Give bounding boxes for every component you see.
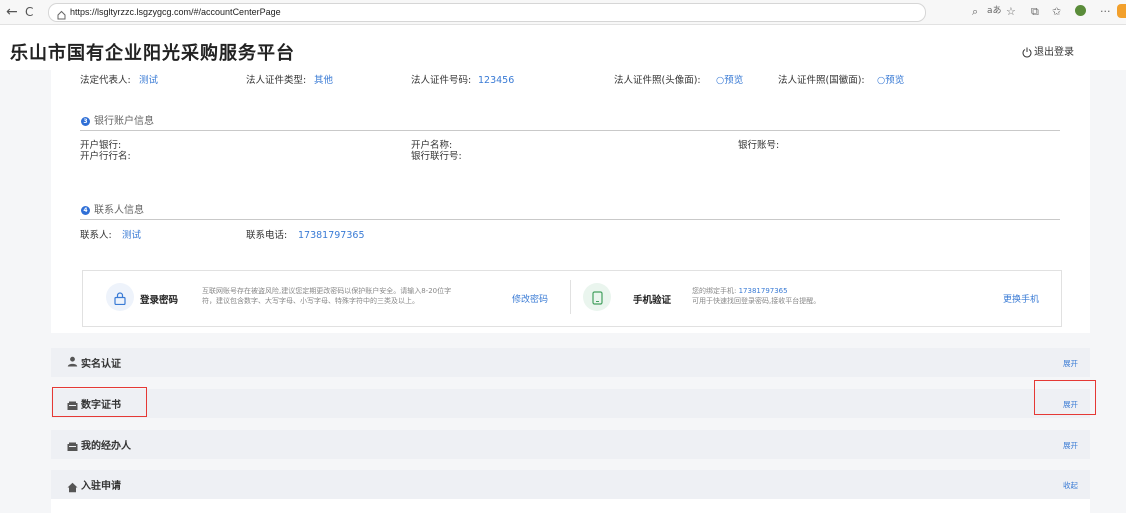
search-icon[interactable]: ⌕ [972,4,978,19]
highlight-box-cert-title [52,387,147,417]
phone-desc-line2: 可用于快速找回登录密码,接收平台提醒。 [692,297,821,305]
expand-real-name-button[interactable]: 展开 [1063,358,1078,369]
phone-desc-prefix: 您的绑定手机: [692,287,737,295]
refresh-icon[interactable]: C [25,3,33,21]
bank-branch-label: 开户行行名: [80,151,131,162]
section-number-badge: 3 [81,117,90,126]
preview-front-link[interactable]: ○预览 [716,75,743,87]
preview-back-link[interactable]: ○预览 [877,75,904,87]
agent-icon [67,438,78,457]
split-screen-icon[interactable]: ⧉ [1031,4,1039,19]
profile-avatar-icon[interactable] [1075,5,1086,16]
bank-union-label: 银行联行号: [411,151,462,162]
home-icon[interactable] [57,5,66,20]
expand-my-agents-button[interactable]: 展开 [1063,440,1078,451]
contact-person-value: 测试 [122,230,142,241]
panel-real-name-auth[interactable] [51,348,1090,377]
bound-phone-number: 17381797365 [738,287,788,295]
panel-title-my-agents: 我的经办人 [81,441,131,452]
phone-verify-title: 手机验证 [633,295,672,306]
legal-rep-value: 测试 [139,75,159,86]
divider [570,280,571,314]
power-icon[interactable] [1022,43,1032,62]
id-type-value: 其他 [314,75,334,86]
section-number-badge: 4 [81,206,90,215]
panel-title-settle-app: 入驻申请 [81,481,121,492]
section-divider [80,219,1060,220]
id-photo-front-label: 法人证件照(头像面): [614,75,701,86]
panel-my-agents[interactable] [51,430,1090,459]
phone-icon [592,290,603,309]
more-menu-icon[interactable]: ··· [1100,4,1111,19]
bank-section-title: 银行账户信息 [94,116,154,127]
legal-rep-label: 法定代表人: [80,75,131,86]
favorites-icon[interactable]: ✩ [1052,4,1061,19]
password-desc-line1: 互联网账号存在被盗风险,建议您定期更改密码以保护账户安全。请输入8-20位字 [202,287,452,295]
read-aloud-icon[interactable]: aあ [987,4,1002,19]
account-number-label: 银行账号: [738,140,780,151]
change-phone-link[interactable]: 更换手机 [1003,292,1039,305]
lock-icon [114,290,126,309]
home-icon [67,478,78,497]
panel-title-real-name: 实名认证 [81,359,121,370]
phone-desc-line1: 您的绑定手机: 17381797365 [692,286,788,296]
collapse-settle-app-button[interactable]: 收起 [1063,480,1078,491]
contact-phone-value: 17381797365 [298,230,365,241]
copilot-icon[interactable] [1117,4,1126,18]
preview-front-text: 预览 [724,75,744,86]
id-type-label: 法人证件类型: [246,75,307,86]
panel-settle-application[interactable] [51,470,1090,499]
contact-section-title: 联系人信息 [94,205,144,216]
id-photo-back-label: 法人证件照(国徽面): [778,75,865,86]
section-divider [80,130,1060,131]
preview-back-text: 预览 [885,75,905,86]
password-title: 登录密码 [140,295,179,306]
back-icon[interactable]: ← [6,3,18,21]
user-icon [67,356,78,370]
contact-phone-label: 联系电话: [246,230,288,241]
site-title: 乐山市国有企业阳光采购服务平台 [10,43,295,64]
favorite-star-icon[interactable]: ☆ [1006,4,1016,19]
id-number-label: 法人证件号码: [411,75,472,86]
id-number-value: 123456 [478,75,515,86]
logout-button[interactable]: 退出登录 [1034,43,1074,58]
contact-person-label: 联系人: [80,230,112,241]
panel-digital-certificate[interactable] [51,389,1090,418]
password-desc-line2: 符，建议包含数字、大写字母、小写字母、特殊字符中的三类及以上。 [202,297,419,305]
panel-body [51,499,1090,513]
change-password-link[interactable]: 修改密码 [512,292,548,305]
highlight-box-expand [1034,380,1096,415]
url-text[interactable]: https://lsgltyrzzc.lsgzygcg.com/#/accoun… [70,5,281,19]
